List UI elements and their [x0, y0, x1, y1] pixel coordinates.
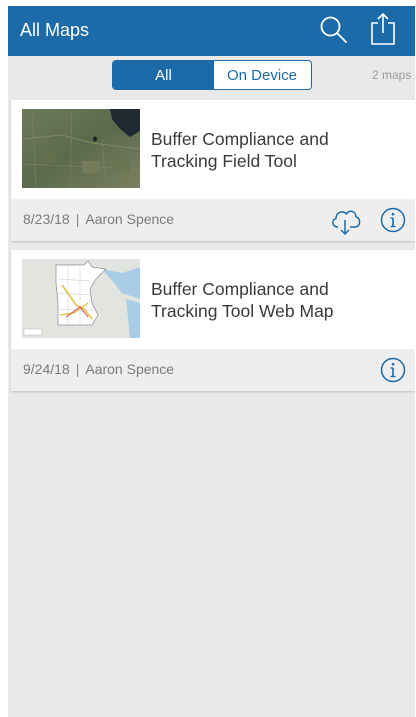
map-title: Buffer Compliance and Tracking Tool Web …	[151, 279, 334, 321]
map-date: 8/23/18	[23, 211, 70, 227]
tab-all[interactable]: All	[113, 61, 214, 89]
meta-divider: |	[75, 211, 80, 227]
meta-divider: |	[75, 361, 80, 377]
page-title: All Maps	[20, 20, 90, 40]
search-icon[interactable]	[318, 14, 350, 46]
download-cloud-icon[interactable]	[329, 206, 363, 236]
map-card[interactable]: · Buffer Compliance and Tracking Tool We…	[11, 250, 415, 391]
svg-text:·: ·	[30, 275, 31, 280]
share-icon[interactable]	[369, 11, 397, 47]
minnesota-map-thumbnail: ·	[22, 259, 140, 338]
card-footer: 8/23/18 | Aaron Spence	[11, 199, 415, 241]
filter-segmented-control: All On Device	[112, 60, 312, 90]
map-title: Buffer Compliance and Tracking Field Too…	[151, 129, 329, 171]
app-frame: All Maps All On Device 2 maps Buffer Com…	[8, 6, 415, 717]
map-author: Aaron Spence	[85, 361, 175, 377]
map-card[interactable]: Buffer Compliance and Tracking Field Too…	[11, 100, 415, 241]
satellite-imagery-thumbnail	[22, 109, 140, 188]
map-date: 9/24/18	[23, 361, 70, 377]
nav-header: All Maps	[8, 6, 415, 56]
info-icon[interactable]	[379, 206, 407, 234]
map-meta: 8/23/18 | Aaron Spence	[23, 211, 174, 227]
map-meta: 9/24/18 | Aaron Spence	[23, 361, 174, 377]
card-footer: 9/24/18 | Aaron Spence	[11, 349, 415, 391]
info-icon[interactable]	[379, 356, 407, 384]
map-count: 2 maps	[372, 68, 412, 82]
map-author: Aaron Spence	[85, 211, 175, 227]
tab-on-device[interactable]: On Device	[214, 61, 310, 89]
